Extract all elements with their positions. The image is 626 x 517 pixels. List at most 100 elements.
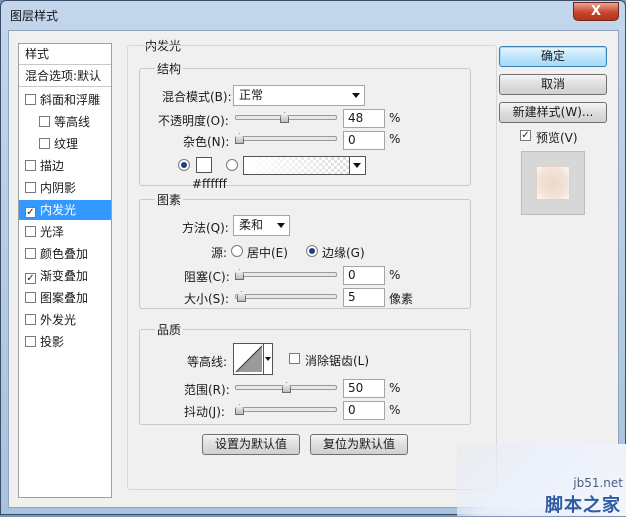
style-item-label: 光泽: [40, 225, 65, 239]
size-input[interactable]: 5: [343, 288, 385, 307]
dialog-client: 样式 混合选项:默认 斜面和浮雕 等高线纹理描边内阴影 ✓ 内发光光泽颜色叠加 ✓ 渐变叠…: [8, 30, 619, 508]
contour-linear-icon: [235, 345, 263, 373]
size-label: 大小(S):: [184, 292, 230, 306]
style-item[interactable]: 描边: [19, 156, 111, 176]
opacity-input[interactable]: 48: [343, 109, 385, 128]
jitter-input[interactable]: 0: [343, 401, 385, 420]
gradient-radio[interactable]: [226, 159, 238, 171]
dialog-title: 图层样式: [10, 9, 59, 23]
style-item-checkbox[interactable]: [39, 138, 50, 149]
title-bar[interactable]: 图层样式 X: [1, 1, 625, 29]
style-item[interactable]: 斜面和浮雕: [19, 90, 111, 110]
watermark-name: 脚本之家: [545, 495, 621, 516]
glow-color-hex: #ffffff: [192, 177, 227, 191]
opacity-slider[interactable]: [235, 112, 337, 124]
new-style-button[interactable]: 新建样式(W)...: [499, 102, 607, 123]
style-item[interactable]: 外发光: [19, 310, 111, 330]
style-item-label: 纹理: [54, 137, 79, 151]
opacity-unit: %: [389, 111, 401, 125]
chevron-down-icon[interactable]: [349, 157, 365, 174]
style-item[interactable]: 投影: [19, 332, 111, 352]
size-slider[interactable]: [235, 291, 337, 303]
style-item-checkbox[interactable]: [25, 226, 36, 237]
choke-unit: %: [389, 268, 401, 282]
blend-mode-label: 混合模式(B):: [162, 90, 232, 104]
size-slider-thumb[interactable]: [237, 291, 246, 302]
make-default-button[interactable]: 设置为默认值: [202, 434, 300, 455]
contour-picker[interactable]: [233, 343, 273, 375]
noise-slider-track: [235, 136, 337, 141]
size-unit: 像素: [389, 292, 414, 306]
jitter-slider-thumb[interactable]: [235, 404, 244, 415]
choke-slider[interactable]: [235, 269, 337, 281]
style-item-checkbox[interactable]: [25, 314, 36, 325]
opacity-slider-thumb[interactable]: [280, 112, 289, 123]
glow-color-swatch[interactable]: [196, 157, 212, 173]
style-item[interactable]: ✓ 渐变叠加: [19, 266, 111, 286]
source-edge-radio[interactable]: [306, 245, 318, 257]
choke-input[interactable]: 0: [343, 266, 385, 285]
reset-default-button[interactable]: 复位为默认值: [310, 434, 408, 455]
style-item-label: 颜色叠加: [40, 247, 89, 261]
antialias-label[interactable]: 消除锯齿(L): [305, 352, 369, 369]
style-item-checkbox[interactable]: [25, 336, 36, 347]
range-slider-thumb[interactable]: [282, 382, 291, 393]
cancel-button[interactable]: 取消: [499, 74, 607, 95]
style-item[interactable]: 颜色叠加: [19, 244, 111, 264]
choke-slider-thumb[interactable]: [235, 269, 244, 280]
noise-slider[interactable]: [235, 133, 337, 145]
noise-slider-thumb[interactable]: [235, 133, 244, 144]
style-item-label: 描边: [40, 159, 65, 173]
style-item[interactable]: 图案叠加: [19, 288, 111, 308]
jitter-unit: %: [389, 403, 401, 417]
range-unit: %: [389, 381, 401, 395]
size-slider-track: [235, 294, 337, 299]
blending-options-item[interactable]: 混合选项:默认: [19, 66, 111, 87]
noise-label: 杂色(N):: [183, 135, 230, 149]
style-item[interactable]: 光泽: [19, 222, 111, 242]
chevron-down-icon: [277, 223, 285, 228]
style-item-checkbox[interactable]: [25, 160, 36, 171]
structure-title: 结构: [155, 60, 184, 77]
choke-label: 阻塞(C):: [184, 270, 230, 284]
style-item-checkbox[interactable]: ✓: [25, 273, 36, 284]
style-item[interactable]: 内阴影: [19, 178, 111, 198]
opacity-label: 不透明度(O):: [158, 114, 229, 128]
chevron-down-icon[interactable]: [263, 344, 272, 374]
style-item-checkbox[interactable]: [39, 116, 50, 127]
style-item-label: 图案叠加: [40, 291, 89, 305]
range-slider[interactable]: [235, 382, 337, 394]
range-label: 范围(R):: [184, 383, 230, 397]
style-item-checkbox[interactable]: [25, 248, 36, 259]
antialias-checkbox[interactable]: [289, 353, 300, 364]
jitter-slider[interactable]: [235, 404, 337, 416]
solid-color-radio[interactable]: [178, 159, 190, 171]
technique-value: 柔和: [239, 218, 264, 232]
blend-mode-select[interactable]: 正常: [233, 85, 365, 106]
jitter-slider-track: [235, 407, 337, 412]
close-button[interactable]: X: [573, 2, 619, 21]
quality-title: 品质: [155, 321, 184, 338]
ok-button[interactable]: 确定: [499, 46, 607, 67]
style-item-checkbox[interactable]: [25, 182, 36, 193]
preview-label[interactable]: 预览(V): [536, 129, 578, 146]
contour-label: 等高线:: [187, 355, 228, 369]
styles-list-header[interactable]: 样式: [19, 44, 111, 65]
preview-checkbox[interactable]: ✓: [520, 130, 531, 141]
noise-input[interactable]: 0: [343, 131, 385, 150]
style-item-label: 渐变叠加: [40, 269, 89, 283]
style-item-checkbox[interactable]: ✓: [25, 207, 36, 218]
watermark-url: jb51.net: [573, 476, 623, 490]
source-center-radio[interactable]: [231, 245, 243, 257]
source-center-label[interactable]: 居中(E): [247, 244, 288, 261]
technique-select[interactable]: 柔和: [233, 215, 290, 236]
style-item[interactable]: ✓ 内发光: [19, 200, 111, 220]
source-edge-label[interactable]: 边缘(G): [322, 244, 365, 261]
style-item-checkbox[interactable]: [25, 292, 36, 303]
style-item[interactable]: 等高线: [19, 112, 111, 132]
style-item[interactable]: 纹理: [19, 134, 111, 154]
range-input[interactable]: 50: [343, 379, 385, 398]
gradient-picker[interactable]: [243, 156, 366, 175]
style-item-label: 内阴影: [40, 181, 77, 195]
style-item-checkbox[interactable]: [25, 94, 36, 105]
